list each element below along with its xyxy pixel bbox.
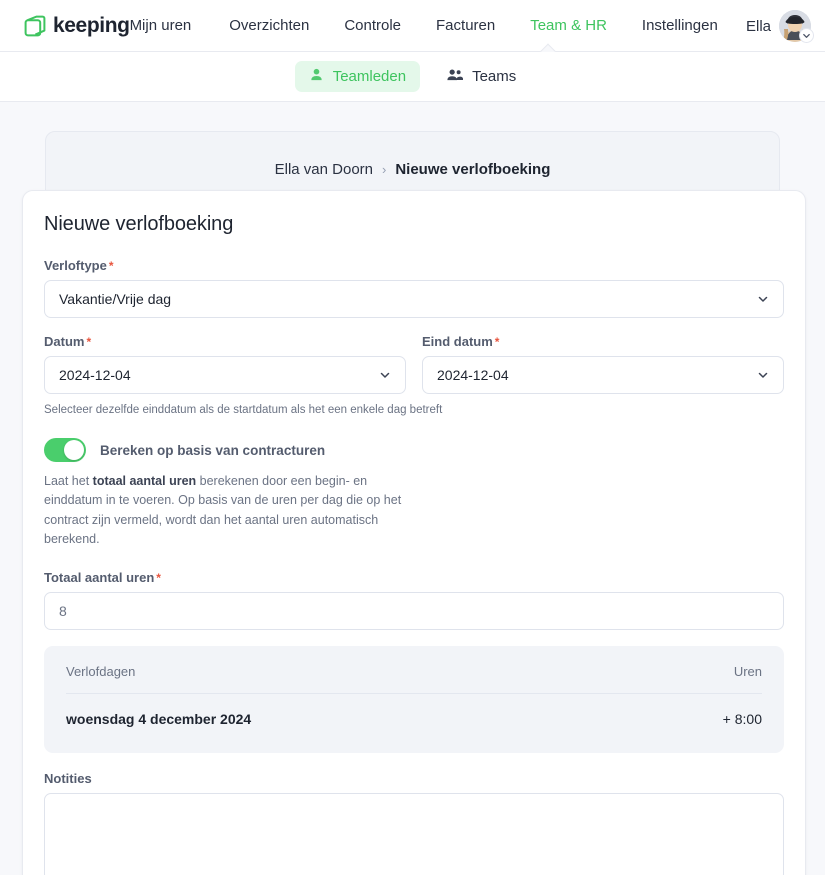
breadcrumb-current: Nieuwe verlofboeking: [395, 160, 551, 178]
brand-subtitle: Mijn uren: [129, 17, 192, 34]
start-date-value: 2024-12-04: [59, 367, 131, 383]
label-totaal-uren-text: Totaal aantal uren: [44, 569, 155, 585]
end-date-value: 2024-12-04: [437, 367, 509, 383]
desc-bold: totaal aantal uren: [92, 474, 197, 488]
leave-day-hours: + 8:00: [722, 710, 762, 727]
app-page: keeping Mijn uren Overzichten Controle F…: [0, 0, 825, 875]
label-datum: Datum *: [44, 334, 406, 349]
new-leave-booking-card: Nieuwe verlofboeking Verloftype * Vakanti…: [22, 190, 806, 875]
nav-item-facturen[interactable]: Facturen: [436, 17, 495, 34]
field-verloftype: Verloftype * Vakantie/Vrije dag: [44, 258, 784, 318]
start-date-select[interactable]: 2024-12-04: [44, 356, 406, 394]
date-hint-text: Selecteer dezelfde einddatum als de star…: [44, 404, 443, 416]
notes-textarea[interactable]: [44, 792, 784, 875]
avatar[interactable]: [779, 10, 814, 43]
label-verloftype: Verloftype *: [44, 258, 784, 273]
active-nav-indicator: [540, 43, 556, 52]
leave-days-table: Verlofdagen Uren woensdag 4 december 202…: [44, 645, 784, 753]
desc-part-1: Laat het: [44, 474, 93, 488]
user-menu[interactable]: Ella: [745, 0, 814, 52]
keeping-logo-icon: [22, 13, 48, 39]
required-asterisk: *: [86, 335, 92, 349]
label-datum-text: Datum: [44, 334, 85, 349]
field-datum: Datum * 2024-12-04: [44, 334, 406, 394]
label-notities-text: Notities: [44, 770, 92, 786]
sub-navigation-bar: Teamleden Teams: [0, 52, 825, 102]
leave-type-value: Vakantie/Vrije dag: [59, 291, 172, 307]
brand-home-link[interactable]: keeping Mijn uren: [22, 13, 191, 39]
column-header-uren: Uren: [733, 663, 762, 679]
nav-item-controle[interactable]: Controle: [344, 17, 401, 34]
field-notities: Notities: [44, 771, 784, 875]
user-name: Ella: [745, 17, 771, 35]
leave-day-label: woensdag 4 december 2024: [66, 710, 252, 727]
label-eind-datum: Eind datum *: [422, 334, 784, 349]
nav-item-instellingen[interactable]: Instellingen: [642, 17, 718, 34]
label-eind-datum-text: Eind datum: [422, 334, 493, 349]
chevron-down-icon: [756, 292, 770, 306]
end-date-select[interactable]: 2024-12-04: [422, 356, 784, 394]
contract-hours-toggle-row: Bereken op basis van contracturen: [44, 438, 784, 462]
subnav-item-teamleden[interactable]: Teamleden: [294, 61, 421, 92]
contract-hours-toggle-label: Bereken op basis van contracturen: [100, 442, 326, 458]
chevron-down-icon[interactable]: [799, 28, 814, 43]
top-navigation-bar: keeping Mijn uren Overzichten Controle F…: [0, 0, 825, 52]
page-title: Nieuwe verlofboeking: [44, 213, 234, 235]
label-verloftype-text: Verloftype: [44, 258, 107, 273]
required-asterisk: *: [156, 570, 161, 585]
date-range-row: Datum * 2024-12-04 Eind datum * 2024-12-0: [44, 334, 784, 398]
total-hours-input[interactable]: 8: [44, 591, 784, 630]
table-row: woensdag 4 december 2024 + 8:00: [66, 694, 762, 727]
breadcrumb: Ella van Doorn › Nieuwe verlofboeking: [275, 161, 551, 178]
subnav-item-teams[interactable]: Teams: [432, 61, 530, 92]
person-icon: [309, 67, 324, 86]
total-hours-value: 8: [59, 602, 67, 619]
table-header-row: Verlofdagen Uren: [66, 664, 762, 694]
nav-item-team-hr[interactable]: Team & HR: [530, 17, 607, 34]
leave-type-select[interactable]: Vakantie/Vrije dag: [44, 280, 784, 318]
brand-name: keeping: [53, 13, 130, 37]
column-header-verlofdagen: Verlofdagen: [66, 663, 136, 679]
nav-item-overzichten[interactable]: Overzichten: [229, 17, 309, 34]
toggle-knob: [64, 440, 84, 460]
subnav-label-teamleden: Teamleden: [332, 68, 407, 85]
contract-hours-description: Laat het totaal aantal uren berekenen do…: [44, 472, 424, 550]
required-asterisk: *: [494, 335, 500, 349]
chevron-down-icon: [378, 368, 392, 382]
label-totaal-aantal-uren: Totaal aantal uren *: [44, 570, 784, 585]
main-nav: Overzichten Controle Facturen Team & HR …: [229, 17, 753, 34]
label-notities: Notities: [44, 771, 784, 786]
breadcrumb-separator-icon: ›: [382, 161, 387, 177]
required-asterisk: *: [108, 259, 114, 273]
field-eind-datum: Eind datum * 2024-12-04: [422, 334, 784, 394]
breadcrumb-parent[interactable]: Ella van Doorn: [275, 161, 373, 178]
people-group-icon: [446, 67, 464, 86]
field-totaal-aantal-uren: Totaal aantal uren * 8: [44, 570, 784, 630]
subnav-label-teams: Teams: [472, 68, 517, 85]
contract-hours-toggle[interactable]: [44, 438, 86, 462]
chevron-down-icon: [756, 368, 770, 382]
